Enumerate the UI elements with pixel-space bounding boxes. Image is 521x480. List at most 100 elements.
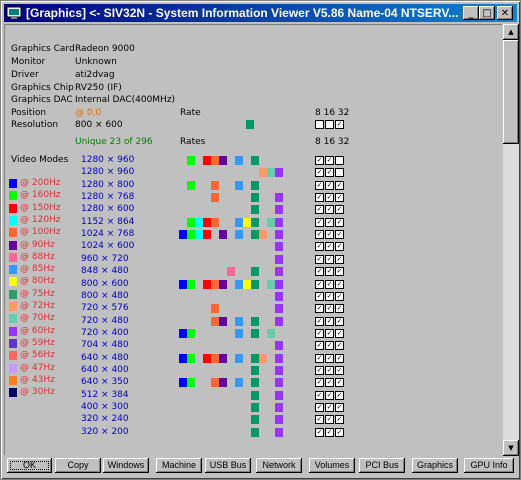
mode-resolution: 640 × 480 bbox=[81, 352, 129, 363]
bpp-checkbox[interactable]: ✓ bbox=[335, 230, 344, 240]
bpp-checkbox[interactable]: ✓ bbox=[335, 390, 344, 400]
bpp-checkbox[interactable]: ✓ bbox=[335, 427, 344, 437]
bpp-checkbox[interactable]: ✓ bbox=[315, 427, 324, 437]
bpp-checkbox[interactable]: ✓ bbox=[325, 230, 334, 240]
bpp-checkbox[interactable]: ✓ bbox=[315, 378, 324, 388]
bpp-checkbox[interactable]: ✓ bbox=[335, 279, 344, 289]
rate-swatch bbox=[187, 353, 195, 363]
bpp-checkbox[interactable]: ✓ bbox=[335, 365, 344, 375]
bpp-checkbox[interactable]: ✓ bbox=[325, 316, 334, 326]
bpp-checkbox[interactable]: ✓ bbox=[325, 291, 334, 301]
bpp-checkbox[interactable]: ✓ bbox=[335, 242, 344, 252]
bpp-checkbox[interactable]: ✓ bbox=[335, 267, 344, 277]
bpp-checkbox[interactable]: ✓ bbox=[315, 217, 324, 227]
scroll-up-button[interactable]: ▲ bbox=[503, 24, 519, 40]
volumes-button[interactable]: Volumes bbox=[309, 458, 355, 473]
bpp-checkbox[interactable]: ✓ bbox=[315, 353, 324, 363]
bpp-checkbox[interactable]: ✓ bbox=[315, 230, 324, 240]
bpp-checkbox[interactable]: ✓ bbox=[315, 193, 324, 203]
pci-bus-button[interactable]: PCI Bus bbox=[359, 458, 405, 473]
scroll-down-button[interactable]: ▼ bbox=[503, 440, 519, 456]
bpp-checkbox[interactable]: ✓ bbox=[335, 353, 344, 363]
mode-resolution: 512 × 384 bbox=[81, 389, 129, 400]
bpp-checkbox[interactable]: ✓ bbox=[325, 156, 334, 165]
bpp-checkbox[interactable]: ✓ bbox=[315, 365, 324, 375]
bpp-checkbox[interactable]: ✓ bbox=[315, 328, 324, 338]
bpp-checkbox[interactable]: ✓ bbox=[325, 427, 334, 437]
bpp-checkbox[interactable]: ✓ bbox=[325, 365, 334, 375]
bpp-checkbox[interactable]: ✓ bbox=[325, 217, 334, 227]
bpp-checkbox[interactable]: ✓ bbox=[325, 328, 334, 338]
windows-button[interactable]: Windows bbox=[103, 458, 149, 473]
current-8bpp-checkbox[interactable] bbox=[315, 120, 324, 129]
gpu-info-button[interactable]: GPU Info bbox=[464, 458, 514, 473]
bpp-checkbox[interactable]: ✓ bbox=[325, 205, 334, 215]
bpp-checkbox[interactable]: ✓ bbox=[315, 304, 324, 314]
bpp-checkbox[interactable]: ✓ bbox=[315, 390, 324, 400]
close-button[interactable]: ✕ bbox=[497, 6, 513, 20]
bpp-checkbox[interactable]: ✓ bbox=[315, 156, 324, 165]
bpp-checkbox[interactable]: ✓ bbox=[325, 193, 334, 203]
bpp-checkbox[interactable]: ✓ bbox=[325, 180, 334, 190]
bpp-checkbox[interactable]: ✓ bbox=[325, 279, 334, 289]
bpp-checkbox[interactable]: ✓ bbox=[335, 254, 344, 264]
bpp-checkbox[interactable] bbox=[335, 156, 344, 165]
maximize-button[interactable]: □ bbox=[479, 6, 495, 20]
bpp-checkbox[interactable]: ✓ bbox=[315, 291, 324, 301]
info-label-position: Position bbox=[11, 108, 47, 118]
current-32bpp-checkbox[interactable]: ✓ bbox=[335, 120, 344, 129]
bpp-checkbox[interactable]: ✓ bbox=[315, 279, 324, 289]
bpp-checkbox[interactable]: ✓ bbox=[335, 341, 344, 351]
bpp-checkbox[interactable]: ✓ bbox=[315, 267, 324, 277]
graphics-button[interactable]: Graphics bbox=[412, 458, 458, 473]
app-icon[interactable] bbox=[6, 5, 22, 21]
bpp-checkbox[interactable]: ✓ bbox=[325, 415, 334, 425]
bpp-checkbox[interactable]: ✓ bbox=[315, 316, 324, 326]
bpp-checkbox[interactable]: ✓ bbox=[325, 267, 334, 277]
bpp-checkbox[interactable]: ✓ bbox=[325, 168, 334, 178]
bpp-checkbox[interactable]: ✓ bbox=[335, 378, 344, 388]
current-16bpp-checkbox[interactable] bbox=[325, 120, 334, 129]
bpp-checkbox[interactable]: ✓ bbox=[315, 254, 324, 264]
bpp-checkbox[interactable]: ✓ bbox=[315, 205, 324, 215]
scroll-thumb[interactable] bbox=[503, 40, 519, 144]
bpp-checkbox[interactable]: ✓ bbox=[315, 242, 324, 252]
bpp-checkbox[interactable]: ✓ bbox=[335, 415, 344, 425]
machine-button[interactable]: Machine bbox=[156, 458, 202, 473]
copy-button[interactable]: Copy bbox=[55, 458, 101, 473]
bpp-checkbox[interactable]: ✓ bbox=[335, 403, 344, 412]
bpp-checkbox[interactable]: ✓ bbox=[325, 353, 334, 363]
bpp-checkbox[interactable]: ✓ bbox=[325, 304, 334, 314]
mode-resolution: 1280 × 800 bbox=[81, 179, 135, 190]
bpp-checkbox[interactable]: ✓ bbox=[315, 180, 324, 190]
title-bar[interactable]: [Graphics] <- SIV32N - System Informatio… bbox=[4, 4, 517, 22]
bpp-checkbox[interactable]: ✓ bbox=[335, 328, 344, 338]
rate-swatch bbox=[195, 217, 203, 227]
network-button[interactable]: Network bbox=[256, 458, 302, 473]
bpp-checkbox[interactable]: ✓ bbox=[315, 341, 324, 351]
minimize-button[interactable]: _ bbox=[463, 6, 479, 20]
bpp-checkbox[interactable]: ✓ bbox=[335, 193, 344, 203]
vertical-scrollbar[interactable]: ▲ ▼ bbox=[503, 24, 519, 456]
bpp-checkbox[interactable]: ✓ bbox=[335, 316, 344, 326]
bpp-checkbox[interactable]: ✓ bbox=[325, 378, 334, 388]
bpp-checkbox[interactable]: ✓ bbox=[335, 205, 344, 215]
bpp-checkbox[interactable]: ✓ bbox=[315, 415, 324, 425]
legend-swatch bbox=[9, 338, 17, 348]
bpp-checkbox[interactable]: ✓ bbox=[335, 217, 344, 227]
bpp-checkbox[interactable]: ✓ bbox=[335, 291, 344, 301]
usb-bus-button[interactable]: USB Bus bbox=[205, 458, 251, 473]
bpp-checkbox[interactable]: ✓ bbox=[325, 254, 334, 264]
bpp-checkbox[interactable]: ✓ bbox=[325, 403, 334, 412]
bpp-checkbox[interactable] bbox=[335, 168, 344, 178]
bpp-checkbox[interactable]: ✓ bbox=[325, 390, 334, 400]
ok-button[interactable]: OK bbox=[7, 458, 52, 473]
bpp-checkbox[interactable]: ✓ bbox=[315, 168, 324, 178]
bpp-checkbox[interactable]: ✓ bbox=[315, 403, 324, 412]
bpp-checkbox[interactable]: ✓ bbox=[325, 242, 334, 252]
rate-swatch bbox=[235, 230, 243, 240]
bpp-checkbox[interactable]: ✓ bbox=[335, 304, 344, 314]
bpp-checkbox[interactable]: ✓ bbox=[325, 341, 334, 351]
bpp-checkbox[interactable]: ✓ bbox=[335, 180, 344, 190]
rate-swatch bbox=[235, 328, 243, 338]
